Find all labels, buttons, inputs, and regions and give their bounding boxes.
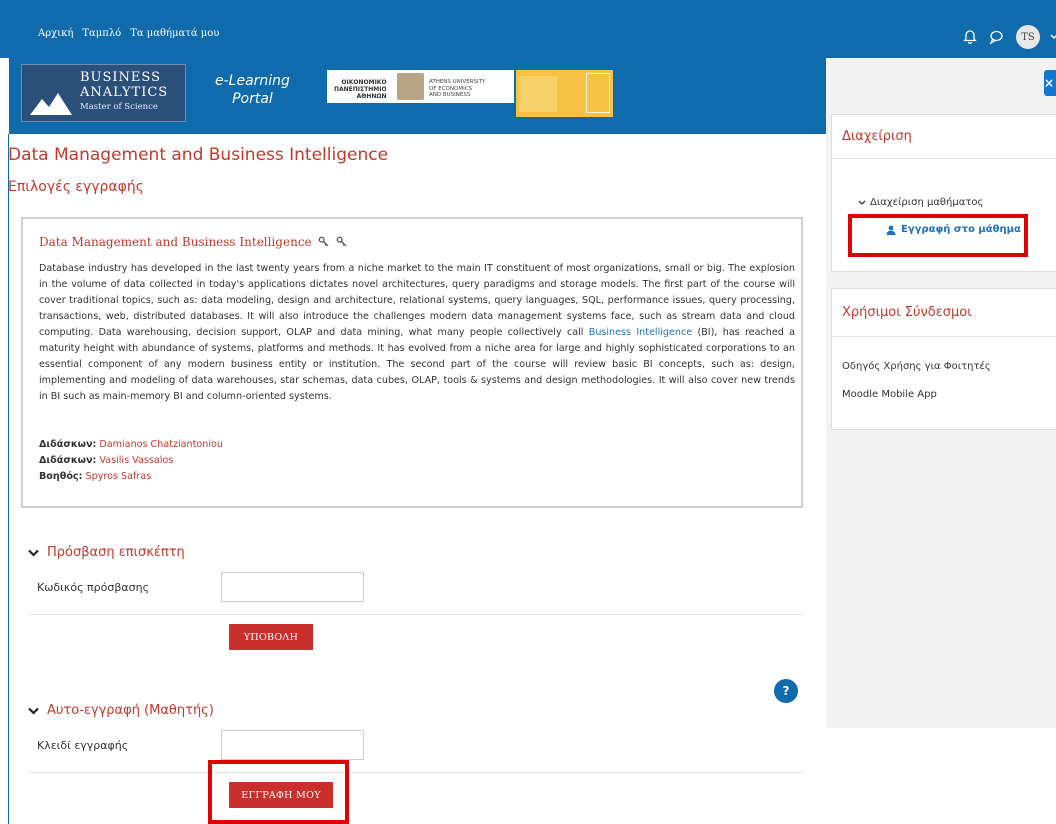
user-avatar[interactable]: TS bbox=[1016, 25, 1040, 49]
staff-name-link[interactable]: Vasilis Vassalos bbox=[99, 455, 173, 466]
department-logo bbox=[516, 70, 613, 117]
portal-title-line-1: e-Learning bbox=[215, 73, 290, 89]
aueb-gr-line-3: ΑΘΗΝΩΝ bbox=[356, 93, 387, 100]
aueb-en-line-3: AND BUSINESS bbox=[429, 92, 471, 98]
chevron-down-icon bbox=[28, 549, 39, 557]
department-logo-mark bbox=[519, 76, 557, 112]
course-admin-label: Διαχείριση μαθήματος bbox=[870, 197, 984, 208]
chevron-down-icon[interactable] bbox=[1050, 34, 1056, 40]
highlight-box-enrol-link bbox=[848, 214, 1028, 257]
key-icon bbox=[319, 236, 330, 247]
guest-submit-button[interactable]: ΥΠΟΒΟΛΗ bbox=[229, 624, 313, 650]
help-icon[interactable]: ? bbox=[774, 679, 798, 703]
course-summary: Database industry has developed in the l… bbox=[39, 261, 795, 405]
bell-icon[interactable] bbox=[962, 29, 978, 45]
aueb-en-line-1: ATHENS UNIVERSITY bbox=[429, 79, 486, 85]
business-intelligence-link[interactable]: Business Intelligence bbox=[589, 327, 692, 338]
page-border bbox=[8, 134, 9, 824]
aueb-gr-line-1: ΟΙΚΟΝΟΜΙΚΟ bbox=[341, 79, 387, 86]
moodle-mobile-link[interactable]: Moodle Mobile App bbox=[842, 389, 937, 400]
nav-home-link[interactable]: Αρχική bbox=[38, 28, 73, 39]
enrol-key-input[interactable] bbox=[221, 730, 364, 760]
logo-line-1: BUSINESS bbox=[80, 70, 161, 85]
guest-password-row: Κωδικός πρόσβασης bbox=[37, 572, 364, 602]
self-enrol-heading: Αυτο-εγγραφή (Μαθητής) bbox=[47, 703, 214, 718]
nav-my-courses-link[interactable]: Τα μαθήματά μου bbox=[130, 28, 219, 39]
enrol-key-label: Κλειδί εγγραφής bbox=[37, 738, 129, 752]
department-logo-frame bbox=[586, 73, 610, 113]
nav-dashboard-link[interactable]: Ταμπλό bbox=[82, 28, 121, 39]
guest-password-input[interactable] bbox=[221, 572, 364, 602]
portal-title: e-Learning Portal bbox=[215, 72, 290, 108]
guest-key-icon bbox=[336, 236, 347, 247]
staff-role: Διδάσκων: bbox=[39, 439, 97, 450]
aueb-logo: ΟΙΚΟΝΟΜΙΚΟ ΠΑΝΕΠΙΣΤΗΜΙΟ ΑΘΗΝΩΝ ATHENS UN… bbox=[327, 70, 514, 103]
course-summary-part-2: (BI), has reached a maturity height with… bbox=[39, 327, 795, 402]
guest-access-heading: Πρόσβαση επισκέπτη bbox=[47, 545, 185, 560]
useful-links-block: Χρήσιμοι Σύνδεσμοι Οδηγός Χρήσης για Φοι… bbox=[831, 288, 1056, 430]
staff-name-link[interactable]: Damianos Chatziantoniou bbox=[99, 439, 223, 450]
course-name-link[interactable]: Data Management and Business Intelligenc… bbox=[39, 235, 312, 249]
divider bbox=[28, 614, 804, 615]
logo-line-2: ANALYTICS bbox=[80, 85, 169, 100]
admin-block-heading: Διαχείριση bbox=[832, 115, 1056, 159]
staff-name-link[interactable]: Spyros Safras bbox=[86, 471, 152, 482]
chart-mountain-icon bbox=[30, 93, 72, 115]
navbar-tools: TS bbox=[962, 25, 1056, 49]
top-navbar: Αρχική Ταμπλό Τα μαθήματά μου TS bbox=[0, 0, 1056, 58]
useful-links-heading: Χρήσιμοι Σύνδεσμοι bbox=[832, 289, 1056, 337]
highlight-box-enrol-button bbox=[208, 760, 349, 824]
staff-row: Διδάσκων: Vasilis Vassalos bbox=[39, 453, 223, 469]
staff-role: Βοηθός: bbox=[39, 471, 83, 482]
staff-row: Βοηθός: Spyros Safras bbox=[39, 469, 223, 485]
right-drawer: × Διαχείριση Διαχείριση μαθήματος Εγγραφ… bbox=[826, 58, 1056, 728]
close-drawer-button[interactable]: × bbox=[1044, 70, 1056, 96]
course-staff: Διδάσκων: Damianos Chatziantoniou Διδάσκ… bbox=[39, 437, 223, 485]
portal-title-line-2: Portal bbox=[232, 91, 273, 107]
guest-password-label: Κωδικός πρόσβασης bbox=[37, 580, 150, 594]
self-enrol-header[interactable]: Αυτο-εγγραφή (Μαθητής) bbox=[28, 703, 214, 718]
aueb-emblem-icon bbox=[397, 73, 424, 100]
enrol-key-row: Κλειδί εγγραφής bbox=[37, 730, 364, 760]
page-subtitle: Επιλογές εγγραφής bbox=[8, 179, 144, 195]
aueb-gr-line-2: ΠΑΝΕΠΙΣΤΗΜΙΟ bbox=[334, 86, 387, 93]
divider bbox=[28, 772, 804, 773]
student-guide-link[interactable]: Οδηγός Χρήσης για Φοιτητές bbox=[842, 361, 991, 372]
staff-role: Διδάσκων: bbox=[39, 455, 97, 466]
staff-row: Διδάσκων: Damianos Chatziantoniou bbox=[39, 437, 223, 453]
logo-line-3: Master of Science bbox=[80, 102, 158, 112]
chevron-down-icon bbox=[28, 707, 39, 715]
site-banner: BUSINESS ANALYTICS Master of Science e-L… bbox=[9, 58, 826, 134]
guest-access-header[interactable]: Πρόσβαση επισκέπτη bbox=[28, 545, 185, 560]
chat-bubble-icon[interactable] bbox=[988, 29, 1004, 45]
chevron-down-icon bbox=[858, 200, 866, 205]
top-nav: Αρχική Ταμπλό Τα μαθήματά μου bbox=[38, 28, 219, 39]
business-analytics-logo[interactable]: BUSINESS ANALYTICS Master of Science bbox=[21, 64, 186, 122]
page-title: Data Management and Business Intelligenc… bbox=[8, 145, 389, 165]
course-summary-box: Data Management and Business Intelligenc… bbox=[21, 217, 803, 508]
course-admin-node[interactable]: Διαχείριση μαθήματος bbox=[858, 197, 983, 208]
